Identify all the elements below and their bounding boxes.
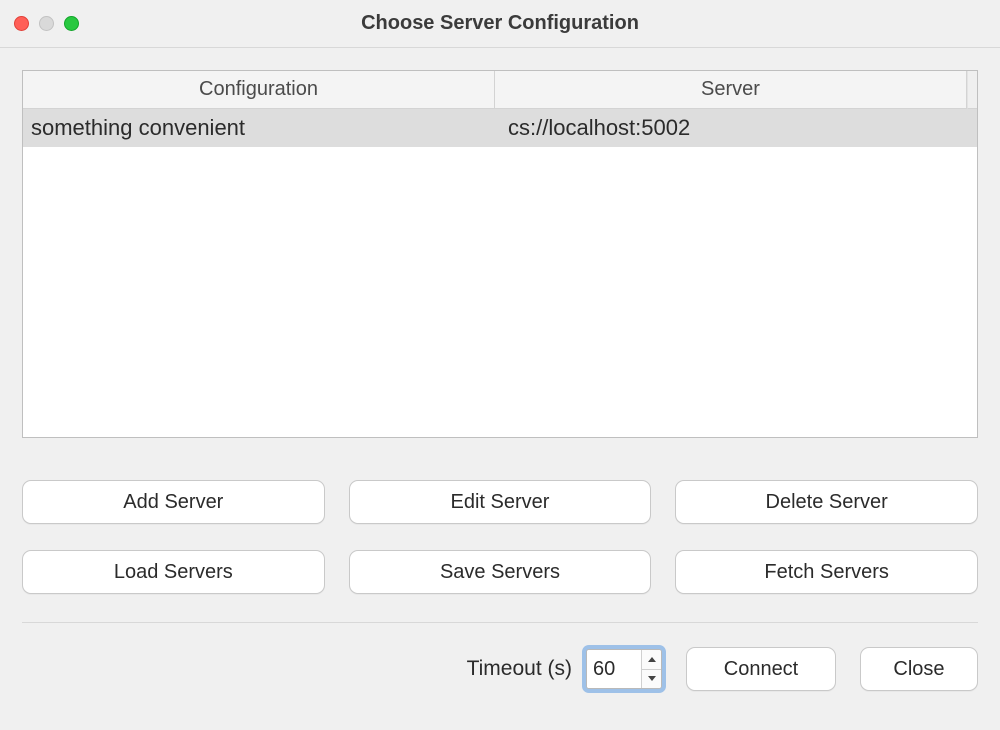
window-title: Choose Server Configuration [0, 12, 1000, 35]
edit-server-button[interactable]: Edit Server [349, 480, 652, 524]
timeout-group: Timeout (s) [467, 649, 662, 689]
delete-server-button[interactable]: Delete Server [675, 480, 978, 524]
zoom-window-icon[interactable] [64, 16, 79, 31]
scrollbar-gutter [967, 71, 977, 109]
cell-server: cs://localhost:5002 [500, 109, 977, 147]
column-header-configuration[interactable]: Configuration [23, 71, 495, 109]
minimize-window-icon [39, 16, 54, 31]
window-controls [14, 16, 79, 31]
timeout-label: Timeout (s) [467, 657, 572, 681]
cell-configuration: something convenient [23, 109, 500, 147]
save-servers-button[interactable]: Save Servers [349, 550, 652, 594]
add-server-button[interactable]: Add Server [22, 480, 325, 524]
table-header-row: Configuration Server [23, 71, 977, 109]
server-table: Configuration Server something convenien… [22, 70, 978, 438]
load-servers-button[interactable]: Load Servers [22, 550, 325, 594]
column-header-server[interactable]: Server [495, 71, 967, 109]
table-row[interactable]: something convenient cs://localhost:5002 [23, 109, 977, 147]
timeout-input[interactable] [587, 650, 641, 688]
fetch-servers-button[interactable]: Fetch Servers [675, 550, 978, 594]
close-button[interactable]: Close [860, 647, 978, 691]
titlebar: Choose Server Configuration [0, 0, 1000, 48]
close-window-icon[interactable] [14, 16, 29, 31]
action-button-grid: Add Server Edit Server Delete Server Loa… [22, 480, 978, 594]
timeout-spinner[interactable] [586, 649, 662, 689]
stepper-down-icon[interactable] [642, 670, 661, 689]
footer: Timeout (s) Connect Close [0, 623, 1000, 691]
timeout-stepper [641, 650, 661, 688]
stepper-up-icon[interactable] [642, 650, 661, 670]
connect-button[interactable]: Connect [686, 647, 836, 691]
table-body[interactable]: something convenient cs://localhost:5002 [23, 109, 977, 437]
content-area: Configuration Server something convenien… [0, 48, 1000, 623]
